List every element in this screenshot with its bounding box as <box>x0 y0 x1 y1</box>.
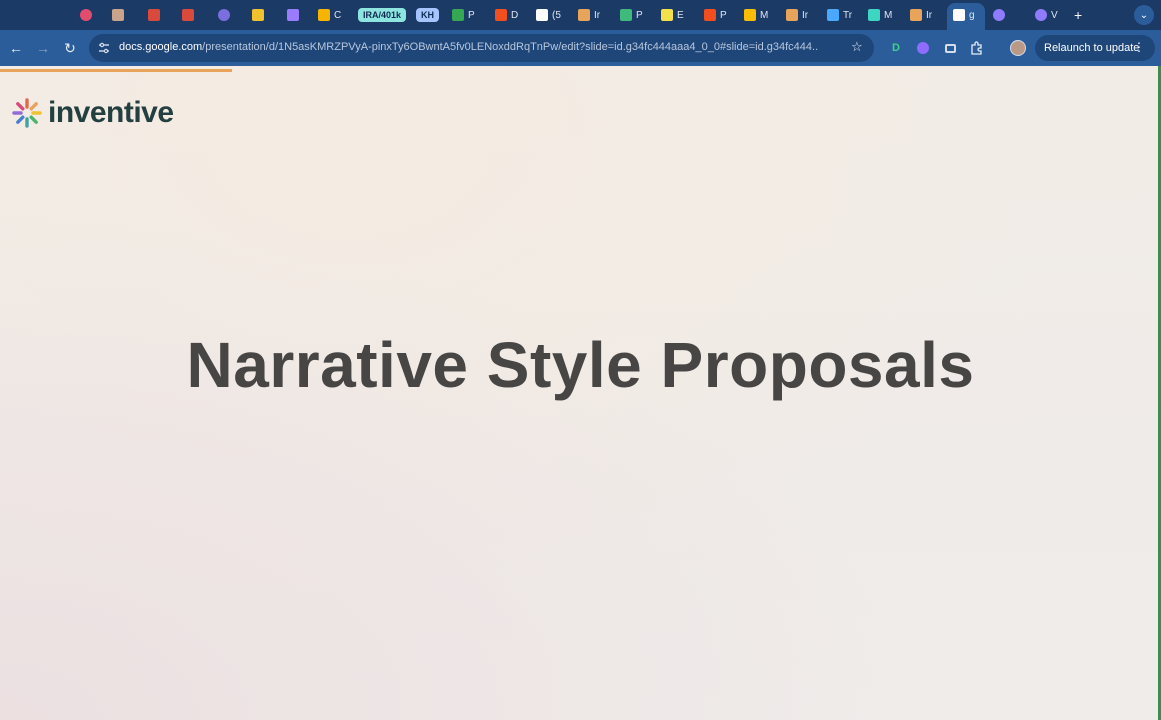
browser-tab[interactable] <box>252 5 268 25</box>
relaunch-button[interactable]: Relaunch to update ⋮ <box>1035 35 1155 61</box>
record-icon <box>80 9 92 21</box>
browser-tab[interactable] <box>80 5 96 25</box>
tab-title: P <box>468 9 475 21</box>
bookmark-star-icon[interactable]: ☆ <box>851 39 863 55</box>
browser-tab[interactable] <box>112 5 128 25</box>
browser-tab[interactable]: g <box>953 5 975 25</box>
url-path: /presentation/d/1N5asKMRZPVyA-pinxTy6OBw… <box>202 41 819 53</box>
tab-title: (5 <box>552 9 561 21</box>
browser-tab[interactable] <box>993 5 1009 25</box>
tab-title: E <box>677 9 684 21</box>
reload-icon: ↻ <box>64 39 76 56</box>
reload-button[interactable]: ↻ <box>60 38 80 58</box>
site-settings-icon[interactable] <box>98 42 110 54</box>
url-text: docs.google.com/presentation/d/1N5asKMRZ… <box>119 41 819 53</box>
sheets-icon <box>452 9 464 21</box>
gmail-icon <box>182 9 194 21</box>
browser-tab[interactable] <box>218 5 234 25</box>
browser-tab[interactable]: IRA/401k <box>358 5 407 25</box>
slides-icon <box>318 9 330 21</box>
drive-icon <box>744 9 756 21</box>
browser-tab[interactable]: P <box>704 5 727 25</box>
tab-title: C <box>334 9 342 21</box>
inventive-icon <box>910 9 922 21</box>
tab-title: P <box>636 9 643 21</box>
browser-tab[interactable] <box>182 5 198 25</box>
x-icon <box>287 9 299 21</box>
browser-tab[interactable]: Ir <box>910 5 932 25</box>
tab-title: Tr <box>843 9 853 21</box>
slide-progress-bar <box>0 69 233 72</box>
inventive-icon <box>578 9 590 21</box>
back-button[interactable]: ← <box>6 38 26 58</box>
browser-tab[interactable]: D <box>495 5 518 25</box>
tab-search-button[interactable]: ⌄ <box>1134 5 1154 25</box>
browser-tab[interactable]: M <box>744 5 768 25</box>
more-menu-icon[interactable]: ⋮ <box>1133 40 1145 54</box>
browser-tab[interactable] <box>287 5 303 25</box>
gear-icon <box>1035 9 1047 21</box>
inventive-icon <box>786 9 798 21</box>
notion-icon <box>536 9 548 21</box>
tab-group-label[interactable]: KH <box>416 8 439 22</box>
tab-title: D <box>511 9 519 21</box>
tab-title: Ir <box>594 9 601 21</box>
square-icon <box>868 9 880 21</box>
forward-button[interactable]: → <box>33 38 53 58</box>
arrow-left-icon: ← <box>9 40 23 56</box>
gmail-icon <box>148 9 160 21</box>
arrow-icon <box>827 9 839 21</box>
tab-title: g <box>969 9 975 21</box>
circle-icon <box>218 9 230 21</box>
browser-tab[interactable]: C <box>318 5 341 25</box>
browser-tab[interactable]: M <box>868 5 892 25</box>
slide-title: Narrative Style Proposals <box>186 329 975 401</box>
browser-tab[interactable]: Ir <box>578 5 600 25</box>
stack-icon <box>620 9 632 21</box>
extension-1-icon[interactable]: D <box>886 38 906 58</box>
tab-title: P <box>720 9 727 21</box>
inventive-logo-icon <box>12 98 42 128</box>
arrow-right-icon: → <box>36 40 50 56</box>
extensions-puzzle-icon[interactable] <box>967 38 987 58</box>
relaunch-label: Relaunch to update <box>1044 42 1140 54</box>
camera-icon[interactable] <box>940 38 960 58</box>
gear-icon <box>993 9 1005 21</box>
figma-icon <box>495 9 507 21</box>
extension-2-icon[interactable] <box>913 38 933 58</box>
tab-title: M <box>760 9 769 21</box>
tab-group-label[interactable]: IRA/401k <box>358 8 407 22</box>
address-bar[interactable]: docs.google.com/presentation/d/1N5asKMRZ… <box>89 34 874 62</box>
browser-tab[interactable]: P <box>620 5 643 25</box>
browser-toolbar: ← → ↻ docs.google.com/presentation/d/1N5… <box>0 30 1161 66</box>
calendar-icon <box>252 9 264 21</box>
new-tab-button[interactable]: + <box>1074 5 1082 25</box>
figma-icon <box>704 9 716 21</box>
tab-title: Ir <box>802 9 809 21</box>
browser-tab[interactable]: (5 <box>536 5 561 25</box>
tab-title: V <box>1051 9 1058 21</box>
tab-strip: C IRA/401k KH P D (5 Ir P E P M Ir Tr M Ir g V + ⌄ <box>0 0 1161 30</box>
slide-canvas[interactable]: inventive Narrative Style Proposals <box>0 66 1161 720</box>
browser-tab[interactable]: E <box>661 5 684 25</box>
browser-tab[interactable]: Ir <box>786 5 808 25</box>
browser-tab[interactable] <box>148 5 164 25</box>
browser-tab[interactable]: Tr <box>827 5 852 25</box>
tab-title: M <box>884 9 893 21</box>
company-logo: inventive <box>12 96 174 130</box>
sparkle-icon <box>661 9 673 21</box>
avatar-icon <box>112 9 124 21</box>
close-icon <box>953 9 965 21</box>
profile-avatar[interactable] <box>1008 38 1028 58</box>
url-host: docs.google.com <box>119 41 203 53</box>
browser-tab[interactable]: KH <box>416 5 439 25</box>
chevron-down-icon: ⌄ <box>1139 9 1149 21</box>
logo-wordmark: inventive <box>48 96 174 129</box>
browser-tab[interactable]: V <box>1035 5 1058 25</box>
browser-tab[interactable]: P <box>452 5 475 25</box>
tab-title: Ir <box>926 9 933 21</box>
